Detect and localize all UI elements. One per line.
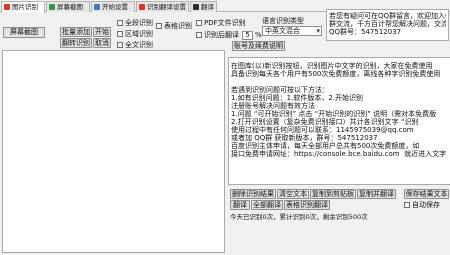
tab-label: 图片识别 xyxy=(12,3,38,11)
notice-line: QQ群号：547512037 xyxy=(329,28,402,36)
save-text-button[interactable]: 保存结果文本 xyxy=(404,189,449,199)
checkbox-label: 全文识别 xyxy=(125,41,153,49)
tab-label: 识别翻译设置 xyxy=(147,3,186,11)
rotate-ocr-button[interactable]: 翻转识别 xyxy=(60,38,92,48)
option-full-paragraph[interactable]: 全段识别 xyxy=(117,19,153,28)
chevron-down-icon: ▾ xyxy=(316,27,320,35)
percent-unit: % xyxy=(255,31,262,39)
copy-translate-button[interactable]: 复制并翻译 xyxy=(357,189,396,199)
language-select-value: 中英文混合 xyxy=(265,27,300,35)
checkbox[interactable] xyxy=(117,42,123,48)
tab-label: 屏幕截图 xyxy=(57,3,83,11)
translate-percent-input[interactable]: 5 xyxy=(242,31,253,40)
settings-icon xyxy=(94,4,100,10)
result-line: 或者加 QQ群 获取新版本，群号：547512037 xyxy=(231,134,378,142)
tab-label: 翻译 xyxy=(201,3,214,11)
checkbox-label: 识别后翻译 xyxy=(204,31,239,39)
result-line: 2.打开识别设置（复杂免费识别接口）共计各识别文字 “识别 xyxy=(231,118,419,126)
copy-clipboard-button[interactable]: 复制到剪贴板 xyxy=(310,189,356,199)
checkbox[interactable] xyxy=(117,31,123,37)
notice-line: 若您有疑问可在QQ群留言，欢迎加入QQ xyxy=(329,12,446,20)
auto-save-option[interactable]: 自动保存 xyxy=(404,201,440,210)
start-button[interactable]: 开始 xyxy=(93,27,111,37)
checkbox-label: PDF文件识别 xyxy=(204,19,246,27)
option-region-ocr[interactable]: 区域识别 xyxy=(117,30,153,39)
result-line: 1.问题 “可开始识别” 点击 “开始识别的识别” 说明（需对本免费版 xyxy=(231,110,437,118)
result-line: 在图库(以)新识别按钮，识别图片中文字的识别，大家在免费使用 xyxy=(231,62,433,70)
option-table-ocr[interactable]: 表格识别 xyxy=(156,22,192,31)
screenshot-button[interactable]: 屏幕截图 xyxy=(3,27,45,38)
checkbox[interactable] xyxy=(196,20,202,26)
checkbox[interactable] xyxy=(404,202,410,208)
result-line xyxy=(231,78,450,86)
notice-box: 若您有疑问可在QQ群留言，欢迎加入QQ 群交流，千方百计帮您解决问题，交流 QQ… xyxy=(326,9,449,41)
language-label: 语言识别类型 xyxy=(262,17,304,25)
result-line: 接口免费申请网址：https://console.bce.baidu.com 就… xyxy=(231,150,447,158)
image-icon xyxy=(4,4,10,10)
option-translate-after-ocr[interactable]: 识别后翻译 xyxy=(196,31,239,40)
result-line: 具备识别每天各个用户有500次免费额度，离线各种字识别免费使用 xyxy=(231,70,441,78)
translate-icon xyxy=(139,4,145,10)
result-line: 百度识别主体申请，每天全部用户总共有500次免费额度，如 xyxy=(231,142,420,150)
tab-image-ocr[interactable]: 图片识别 xyxy=(1,1,45,13)
result-line: 注册账号解决问题有效方法 xyxy=(231,102,315,110)
checkbox[interactable] xyxy=(117,20,123,26)
screenshot-icon xyxy=(49,4,55,10)
language-select[interactable]: 中英文混合 ▾ xyxy=(262,26,322,36)
account-renewal-button[interactable]: 账号及续费说明 xyxy=(232,41,285,51)
result-line: 使用过程中有任何问题可以联系：1145975039@qq.com xyxy=(231,126,414,134)
checkbox[interactable] xyxy=(196,32,202,38)
notice-line: 群交流，千方百计帮您解决问题，交流 xyxy=(329,20,446,28)
option-full-text[interactable]: 全文识别 xyxy=(117,41,153,50)
batch-add-button[interactable]: 批量添加 xyxy=(60,27,92,37)
checkbox-label: 区域识别 xyxy=(125,30,153,38)
tab-ocr-translate-settings[interactable]: 识别翻译设置 xyxy=(136,1,189,12)
checkbox-label: 表格识别 xyxy=(164,22,192,30)
result-textarea[interactable]: 在图库(以)新识别按钮，识别图片中文字的识别，大家在免费使用 具备识别每天各个用… xyxy=(228,57,450,185)
tab-start-settings[interactable]: 开始设置 xyxy=(91,1,135,12)
tab-screenshot[interactable]: 屏幕截图 xyxy=(46,1,90,12)
option-pdf-ocr[interactable]: PDF文件识别 xyxy=(196,19,246,28)
delete-results-button[interactable]: 删除识别结果 xyxy=(230,189,276,199)
status-text: 今天已识别0次，累计识别0次，剩余识别500次 xyxy=(230,213,368,221)
cancel-button[interactable]: 取消 xyxy=(93,38,111,48)
tab-label: 开始设置 xyxy=(102,3,128,11)
translate-button[interactable]: 翻译 xyxy=(230,200,250,210)
image-preview[interactable] xyxy=(2,50,225,253)
checkbox-label: 自动保存 xyxy=(412,201,440,209)
checkbox[interactable] xyxy=(156,23,162,29)
checkbox-label: 全段识别 xyxy=(125,19,153,27)
translate-all-button[interactable]: 全部翻译 xyxy=(251,200,283,210)
tab-translate[interactable]: 翻译 xyxy=(190,1,217,12)
globe-icon xyxy=(193,4,199,10)
clear-text-button[interactable]: 清空文本 xyxy=(277,189,309,199)
result-line: 1.如有识别问题：1.软件版本，2.开始识别 xyxy=(231,94,364,102)
result-line: 若遇到识别问题可按以下方法： xyxy=(231,86,329,94)
table-translate-button[interactable]: 表格识别翻译 xyxy=(284,200,330,210)
